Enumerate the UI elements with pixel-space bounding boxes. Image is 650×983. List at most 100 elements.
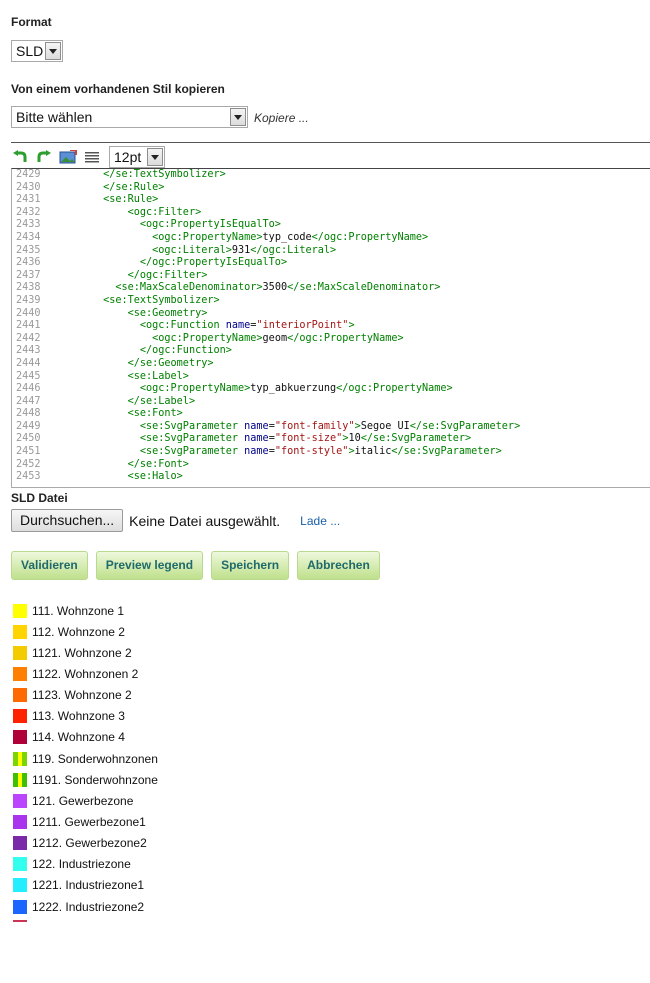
legend-item: 1121. Wohnzone 2	[13, 642, 158, 663]
load-link[interactable]: Lade ...	[300, 514, 340, 528]
line-number: 2445	[12, 370, 52, 384]
image-icon[interactable]	[59, 149, 77, 165]
code-line[interactable]: 2435 <ogc:Literal>931</ogc:Literal>	[12, 244, 650, 258]
code-line[interactable]: 2447 </se:Label>	[12, 395, 650, 409]
line-number: 2443	[12, 345, 52, 358]
code-text: <se:MaxScaleDenominator>3500</se:MaxScal…	[115, 282, 441, 294]
chevron-down-icon[interactable]	[230, 108, 246, 126]
preview-legend-button[interactable]: Preview legend	[95, 551, 204, 580]
legend-swatch	[13, 624, 27, 639]
line-number: 2444	[12, 357, 52, 371]
code-text: <ogc:PropertyName>geom</ogc:PropertyName…	[152, 332, 404, 344]
legend-label: 1121. Wohnzone 2	[32, 645, 132, 660]
code-text: <se:SvgParameter name="font-family">Sego…	[139, 420, 521, 432]
code-line[interactable]: 2438 <se:MaxScaleDenominator>3500</se:Ma…	[12, 282, 650, 295]
code-text: <se:Geometry>	[127, 307, 208, 319]
divider	[11, 142, 650, 143]
code-text: <se:SvgParameter name="font-style">itali…	[139, 446, 502, 458]
code-text: </ogc:Function>	[139, 345, 232, 357]
font-size-select[interactable]: 12pt	[109, 146, 165, 168]
line-number: 2433	[12, 219, 52, 232]
code-line[interactable]: 2441 <ogc:Function name="interiorPoint">	[12, 320, 650, 333]
editor-toolbar: 12pt	[11, 146, 165, 168]
line-number: 2451	[12, 446, 52, 459]
legend-label: 119. Sonderwohnzonen	[32, 751, 158, 766]
legend-label: 1191. Sonderwohnzone	[32, 772, 158, 787]
code-line[interactable]: 2430 </se:Rule>	[12, 181, 650, 195]
legend-swatch	[13, 814, 27, 829]
code-line[interactable]: 2437 </ogc:Filter>	[12, 269, 650, 283]
line-number: 2439	[12, 294, 52, 308]
line-number: 2431	[12, 194, 52, 207]
legend-item: 111. Wohnzone 1	[13, 600, 158, 621]
legend-item: 119. Sonderwohnzonen	[13, 748, 158, 769]
sld-file-label: SLD Datei	[11, 491, 68, 505]
code-line[interactable]: 2446 <ogc:PropertyName>typ_abkuerzung</o…	[12, 383, 650, 396]
code-line[interactable]: 2450 <se:SvgParameter name="font-size">1…	[12, 433, 650, 447]
validate-button[interactable]: Validieren	[11, 551, 88, 580]
code-text: <ogc:PropertyIsEqualTo>	[139, 219, 281, 231]
legend-swatch	[13, 857, 27, 872]
line-number: 2450	[12, 433, 52, 447]
code-text: <ogc:PropertyName>typ_code</ogc:Property…	[152, 231, 429, 243]
legend-item: 1123. Wohnzone 2	[13, 685, 158, 706]
code-line[interactable]: 2429 </se:TextSymbolizer>	[12, 169, 650, 182]
legend-item: 1222. Industriezone2	[13, 896, 158, 917]
code-line[interactable]: 2439 <se:TextSymbolizer>	[12, 294, 650, 308]
legend-label: 1122. Wohnzonen 2	[32, 666, 139, 681]
code-line[interactable]: 2440 <se:Geometry>	[12, 307, 650, 321]
legend: 111. Wohnzone 1 112. Wohnzone 2 1121. Wohn…	[13, 600, 158, 917]
code-line[interactable]: 2452 </se:Font>	[12, 458, 650, 472]
code-text: <ogc:Literal>931</ogc:Literal>	[152, 244, 337, 256]
code-line[interactable]: 2449 <se:SvgParameter name="font-family"…	[12, 420, 650, 434]
code-line[interactable]: 2448 <se:Font>	[12, 408, 650, 421]
legend-label: 1222. Industriezone2	[32, 899, 145, 914]
legend-label: 1212. Gewerbezone2	[32, 836, 147, 851]
cancel-button[interactable]: Abbrechen	[297, 551, 380, 580]
chevron-down-icon[interactable]	[45, 42, 61, 60]
code-text: <ogc:PropertyName>typ_abkuerzung</ogc:Pr…	[139, 383, 453, 395]
code-line[interactable]: 2451 <se:SvgParameter name="font-style">…	[12, 446, 650, 459]
legend-swatch	[13, 751, 27, 766]
code-text: </se:TextSymbolizer>	[103, 169, 226, 180]
code-line[interactable]: 2432 <ogc:Filter>	[12, 206, 650, 220]
code-text: </se:Geometry>	[127, 357, 214, 369]
legend-label: 113. Wohnzone 3	[32, 709, 125, 724]
legend-item: 1211. Gewerbezone1	[13, 811, 158, 832]
code-line[interactable]: 2433 <ogc:PropertyIsEqualTo>	[12, 219, 650, 232]
line-number: 2442	[12, 332, 52, 346]
code-editor[interactable]: 2429 </se:TextSymbolizer> 2430 </se:Rule>…	[11, 168, 650, 488]
legend-swatch	[13, 666, 27, 681]
line-number: 2452	[12, 458, 52, 472]
code-text: </ogc:PropertyIsEqualTo>	[139, 257, 288, 269]
format-label: Format	[11, 15, 52, 29]
code-line[interactable]: 2445 <se:Label>	[12, 370, 650, 384]
legend-swatch	[13, 772, 27, 787]
legend-item: 112. Wohnzone 2	[13, 621, 158, 642]
code-line[interactable]: 2453 <se:Halo>	[12, 471, 650, 484]
legend-swatch	[13, 878, 27, 893]
list-icon[interactable]	[83, 149, 101, 165]
line-number: 2436	[12, 257, 52, 270]
code-line[interactable]: 2444 </se:Geometry>	[12, 357, 650, 371]
format-select-value: SLD	[16, 43, 44, 59]
line-number: 2446	[12, 383, 52, 396]
code-line[interactable]: 2436 </ogc:PropertyIsEqualTo>	[12, 257, 650, 270]
legend-label: 1211. Gewerbezone1	[32, 814, 146, 829]
code-text: </se:Rule>	[103, 181, 165, 193]
code-text: <se:Label>	[127, 370, 189, 382]
undo-icon[interactable]	[11, 149, 29, 165]
save-button[interactable]: Speichern	[211, 551, 290, 580]
browse-button[interactable]: Durchsuchen...	[11, 509, 124, 532]
code-line[interactable]: 2431 <se:Rule>	[12, 194, 650, 207]
copy-style-select[interactable]: Bitte wählen	[11, 106, 248, 128]
code-text: </se:Label>	[127, 395, 196, 407]
format-select[interactable]: SLD	[11, 40, 63, 62]
code-line[interactable]: 2442 <ogc:PropertyName>geom</ogc:Propert…	[12, 332, 650, 346]
code-line[interactable]: 2434 <ogc:PropertyName>typ_code</ogc:Pro…	[12, 231, 650, 245]
copy-link[interactable]: Kopiere ...	[254, 111, 309, 125]
legend-swatch	[13, 709, 27, 724]
chevron-down-icon[interactable]	[147, 148, 163, 166]
code-line[interactable]: 2443 </ogc:Function>	[12, 345, 650, 358]
redo-icon[interactable]	[35, 149, 53, 165]
